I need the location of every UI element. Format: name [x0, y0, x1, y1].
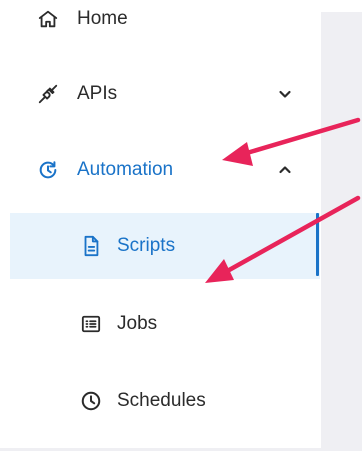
chevron-down-icon[interactable] — [276, 85, 294, 103]
sidebar-item-automation[interactable]: Automation — [10, 137, 320, 203]
chevron-up-icon[interactable] — [276, 161, 294, 179]
sidebar-nav: Home APIs Automation Scripts Jobs Schedu… — [0, 0, 321, 448]
sidebar-item-apis[interactable]: APIs — [10, 61, 320, 127]
active-indicator — [316, 213, 319, 276]
sidebar-subitem-schedules[interactable]: Schedules — [10, 368, 320, 434]
sidebar-item-label: Automation — [77, 159, 174, 180]
sidebar-item-label: Schedules — [117, 390, 206, 411]
sidebar-item-home[interactable]: Home — [10, 0, 320, 52]
sidebar-item-label: APIs — [77, 83, 118, 104]
home-icon — [36, 7, 60, 31]
sidebar-subitem-scripts[interactable]: Scripts — [10, 213, 320, 279]
list-box-icon — [79, 312, 103, 336]
clock-history-icon — [36, 158, 60, 182]
main-content-area — [321, 12, 362, 451]
api-plug-icon — [36, 82, 60, 106]
clock-icon — [79, 389, 103, 413]
sidebar-item-label: Scripts — [117, 235, 176, 256]
document-icon — [79, 234, 103, 258]
sidebar-item-label: Jobs — [117, 313, 158, 334]
sidebar-item-label: Home — [77, 8, 128, 29]
sidebar-subitem-jobs[interactable]: Jobs — [10, 291, 320, 357]
